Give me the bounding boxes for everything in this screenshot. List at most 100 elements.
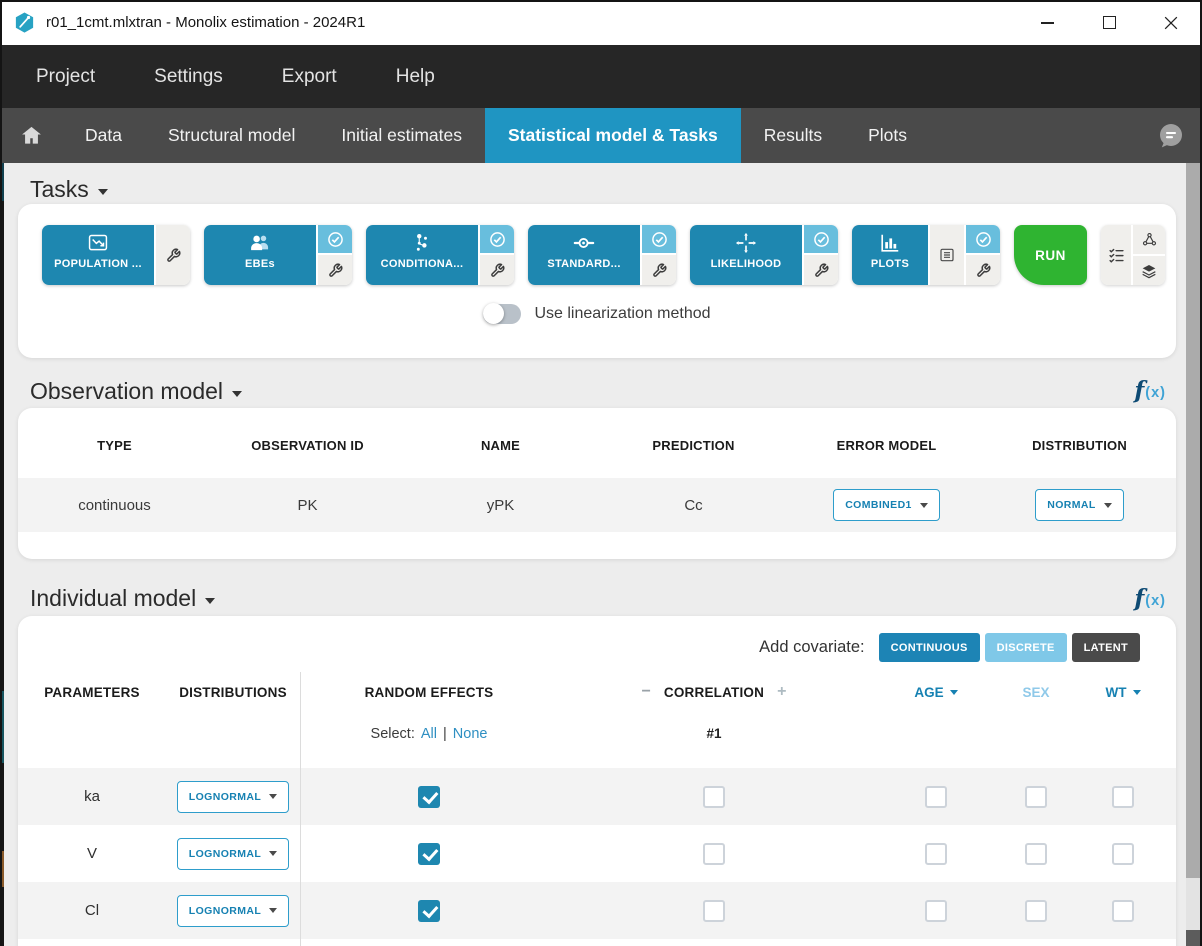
add-covariate-row: Add covariate: CONTINUOUS DISCRETE LATEN… bbox=[759, 633, 1140, 662]
scrollbar-thumb[interactable] bbox=[1186, 163, 1202, 878]
observation-table-row: continuous PK yPK Cc COMBINED1 NORMAL bbox=[18, 478, 1176, 532]
random-effect-checkbox-v[interactable] bbox=[418, 843, 440, 865]
observation-model-heading: Observation model bbox=[30, 378, 223, 405]
task-settings-wrench-button[interactable] bbox=[804, 255, 838, 285]
age-covariate-checkbox-v[interactable] bbox=[925, 843, 947, 865]
sex-covariate-checkbox-cl[interactable] bbox=[1025, 900, 1047, 922]
task-selected-checkbox[interactable] bbox=[480, 225, 514, 253]
task-buttons-row: POPULATION ... EBEs bbox=[42, 225, 1165, 285]
task-selected-checkbox[interactable] bbox=[804, 225, 838, 253]
sex-covariate-checkbox-v[interactable] bbox=[1025, 843, 1047, 865]
task-standard-errors-button[interactable]: STANDARD... bbox=[528, 225, 640, 285]
error-model-dropdown[interactable]: COMBINED1 bbox=[833, 489, 940, 521]
collapse-caret-icon bbox=[232, 391, 242, 397]
correlation-checkbox-v[interactable] bbox=[703, 843, 725, 865]
task-label: LIKELIHOOD bbox=[711, 258, 782, 270]
sex-covariate-checkbox-ka[interactable] bbox=[1025, 786, 1047, 808]
covariate-age-dropdown[interactable]: AGE bbox=[914, 685, 957, 700]
scenario-checklist-button[interactable] bbox=[1101, 225, 1131, 285]
tab-data[interactable]: Data bbox=[62, 108, 145, 163]
tab-plots[interactable]: Plots bbox=[845, 108, 930, 163]
wt-covariate-checkbox-v[interactable] bbox=[1112, 843, 1134, 865]
vertical-scrollbar[interactable] bbox=[1186, 163, 1202, 946]
close-button[interactable] bbox=[1140, 0, 1202, 45]
task-population-parameters: POPULATION ... bbox=[42, 225, 190, 285]
layers-button[interactable] bbox=[1133, 256, 1165, 285]
menu-settings[interactable]: Settings bbox=[154, 66, 223, 88]
correlation-group-label: #1 bbox=[706, 726, 721, 741]
task-settings-wrench-button[interactable] bbox=[480, 255, 514, 285]
distribution-dropdown-v[interactable]: LOGNORMAL bbox=[177, 838, 289, 870]
tab-results[interactable]: Results bbox=[741, 108, 845, 163]
covariate-sex-header: SEX bbox=[1022, 685, 1049, 700]
task-label: EBEs bbox=[245, 258, 275, 270]
correlation-checkbox-cl[interactable] bbox=[703, 900, 725, 922]
chevron-down-icon bbox=[1133, 690, 1141, 695]
random-effect-checkbox-ka[interactable] bbox=[418, 786, 440, 808]
observation-model-section-header[interactable]: Observation model bbox=[30, 378, 242, 405]
feedback-chat-button[interactable] bbox=[1157, 108, 1185, 163]
menu-export[interactable]: Export bbox=[282, 66, 337, 88]
obs-prediction-value: Cc bbox=[597, 497, 790, 514]
menu-help[interactable]: Help bbox=[396, 66, 435, 88]
add-correlation-button[interactable]: + bbox=[777, 683, 786, 701]
wrench-icon bbox=[976, 263, 991, 278]
task-side-column bbox=[156, 225, 190, 285]
model-network-button[interactable] bbox=[1133, 225, 1165, 254]
task-conditional-distribution-button[interactable]: CONDITIONA... bbox=[366, 225, 478, 285]
select-none-link[interactable]: None bbox=[453, 726, 488, 742]
list-icon bbox=[939, 247, 955, 263]
task-likelihood-button[interactable]: LIKELIHOOD bbox=[690, 225, 802, 285]
distribution-dropdown-ka[interactable]: LOGNORMAL bbox=[177, 781, 289, 813]
tasks-section-header[interactable]: Tasks bbox=[30, 176, 108, 203]
run-tools-panel bbox=[1101, 225, 1165, 285]
task-ebes-button[interactable]: EBEs bbox=[204, 225, 316, 285]
col-name: NAME bbox=[404, 438, 597, 453]
age-covariate-checkbox-ka[interactable] bbox=[925, 786, 947, 808]
remove-correlation-button[interactable]: − bbox=[642, 683, 651, 701]
wt-covariate-checkbox-ka[interactable] bbox=[1112, 786, 1134, 808]
tab-initial-estimates[interactable]: Initial estimates bbox=[318, 108, 485, 163]
individual-model-section-header[interactable]: Individual model bbox=[30, 585, 215, 612]
task-selected-checkbox[interactable] bbox=[318, 225, 352, 253]
maximize-button[interactable] bbox=[1078, 0, 1140, 45]
task-settings-wrench-button[interactable] bbox=[966, 255, 1000, 285]
observation-formula-fx-button[interactable]: f(x) bbox=[1134, 379, 1166, 402]
task-selected-checkbox[interactable] bbox=[642, 225, 676, 253]
col-observation-id: OBSERVATION ID bbox=[211, 438, 404, 453]
home-tab[interactable] bbox=[0, 108, 62, 163]
wrench-icon bbox=[490, 263, 505, 278]
layers-icon bbox=[1141, 263, 1157, 279]
run-button[interactable]: RUN bbox=[1014, 225, 1087, 285]
task-plots-button[interactable]: PLOTS bbox=[852, 225, 928, 285]
check-circle-icon bbox=[975, 231, 992, 248]
linearization-toggle[interactable] bbox=[483, 304, 521, 324]
task-settings-wrench-button[interactable] bbox=[642, 255, 676, 285]
covariate-wt-dropdown[interactable]: WT bbox=[1106, 685, 1141, 700]
correlation-checkbox-ka[interactable] bbox=[703, 786, 725, 808]
task-selected-checkbox[interactable] bbox=[966, 225, 1000, 253]
tasks-panel: POPULATION ... EBEs bbox=[18, 204, 1176, 358]
menu-project[interactable]: Project bbox=[36, 66, 95, 88]
col-parameters: PARAMETERS bbox=[18, 685, 166, 700]
fx-icon: f bbox=[1134, 587, 1144, 610]
minimize-button[interactable] bbox=[1016, 0, 1078, 45]
task-settings-wrench-button[interactable] bbox=[156, 225, 190, 285]
add-continuous-covariate-button[interactable]: CONTINUOUS bbox=[879, 633, 980, 662]
distribution-dropdown[interactable]: NORMAL bbox=[1035, 489, 1123, 521]
distribution-dropdown-cl[interactable]: LOGNORMAL bbox=[177, 895, 289, 927]
individual-formula-fx-button[interactable]: f(x) bbox=[1134, 587, 1166, 610]
add-discrete-covariate-button[interactable]: DISCRETE bbox=[985, 633, 1067, 662]
wt-covariate-checkbox-cl[interactable] bbox=[1112, 900, 1134, 922]
age-covariate-checkbox-cl[interactable] bbox=[925, 900, 947, 922]
plots-list-button[interactable] bbox=[930, 225, 964, 285]
wrench-icon bbox=[328, 263, 343, 278]
select-all-link[interactable]: All bbox=[421, 726, 437, 742]
task-population-parameters-button[interactable]: POPULATION ... bbox=[42, 225, 154, 285]
task-side-column bbox=[642, 225, 676, 285]
task-settings-wrench-button[interactable] bbox=[318, 255, 352, 285]
tab-statistical-model-tasks[interactable]: Statistical model & Tasks bbox=[485, 108, 741, 163]
add-latent-covariate-button[interactable]: LATENT bbox=[1072, 633, 1140, 662]
random-effect-checkbox-cl[interactable] bbox=[418, 900, 440, 922]
tab-structural-model[interactable]: Structural model bbox=[145, 108, 318, 163]
